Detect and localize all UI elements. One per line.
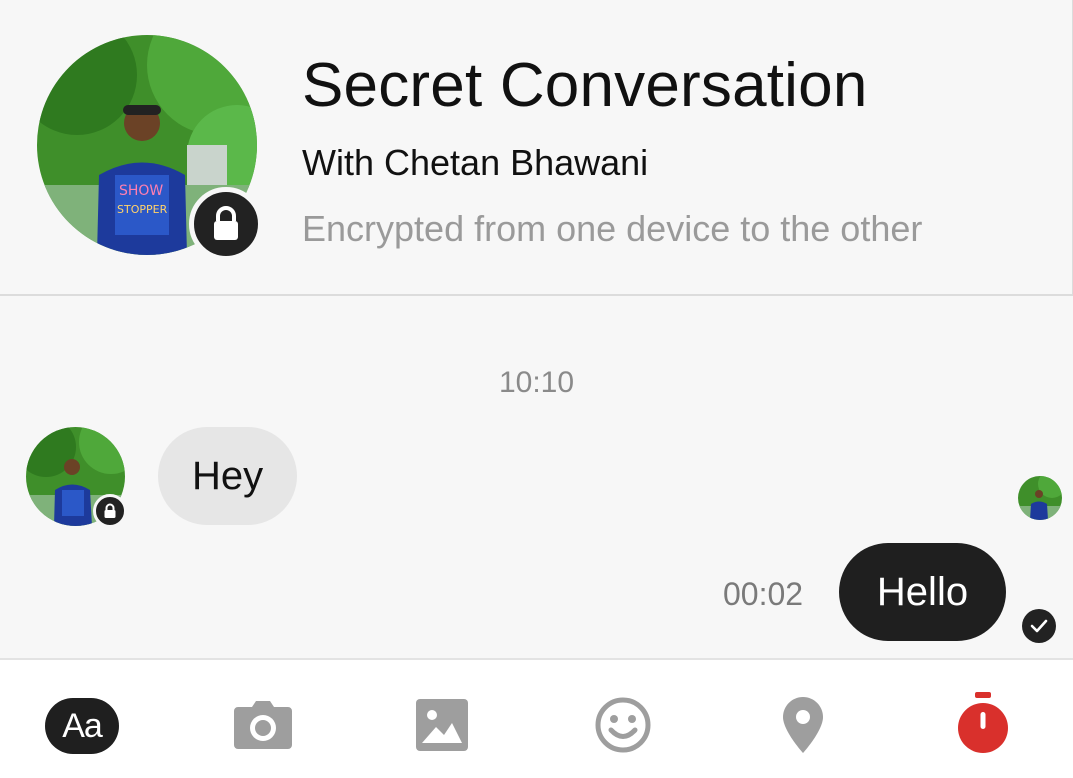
message-timestamp: 10:10 (498, 366, 575, 399)
composer-toolbar: Aa (0, 658, 1073, 778)
incoming-message-bubble[interactable]: Hey (158, 427, 298, 525)
read-receipt-avatar (1018, 476, 1062, 520)
outgoing-message-time: 00:02 (723, 576, 804, 612)
lock-icon (189, 187, 263, 261)
svg-text:STOPPER: STOPPER (117, 203, 168, 216)
conversation-header: SHOW STOPPER Secret Conversation With Ch… (0, 0, 1073, 296)
delivered-check-icon (1022, 609, 1056, 643)
timer-icon[interactable] (955, 690, 1011, 756)
emoji-icon[interactable] (594, 694, 652, 756)
camera-icon[interactable] (233, 694, 293, 756)
contact-lock-icon (93, 494, 127, 528)
conversation-title: Secret Conversation (302, 51, 868, 120)
text-input-button[interactable]: Aa (45, 698, 119, 754)
svg-text:SHOW: SHOW (119, 183, 163, 199)
location-icon[interactable] (782, 694, 824, 756)
conversation-subtitle: With Chetan Bhawani (302, 142, 649, 183)
messenger-secret-conversation: SHOW STOPPER Secret Conversation With Ch… (0, 0, 1073, 778)
encryption-description: Encrypted from one device to the other (302, 208, 923, 249)
gallery-icon[interactable] (416, 694, 468, 756)
outgoing-message-bubble[interactable]: Hello (839, 543, 1006, 641)
